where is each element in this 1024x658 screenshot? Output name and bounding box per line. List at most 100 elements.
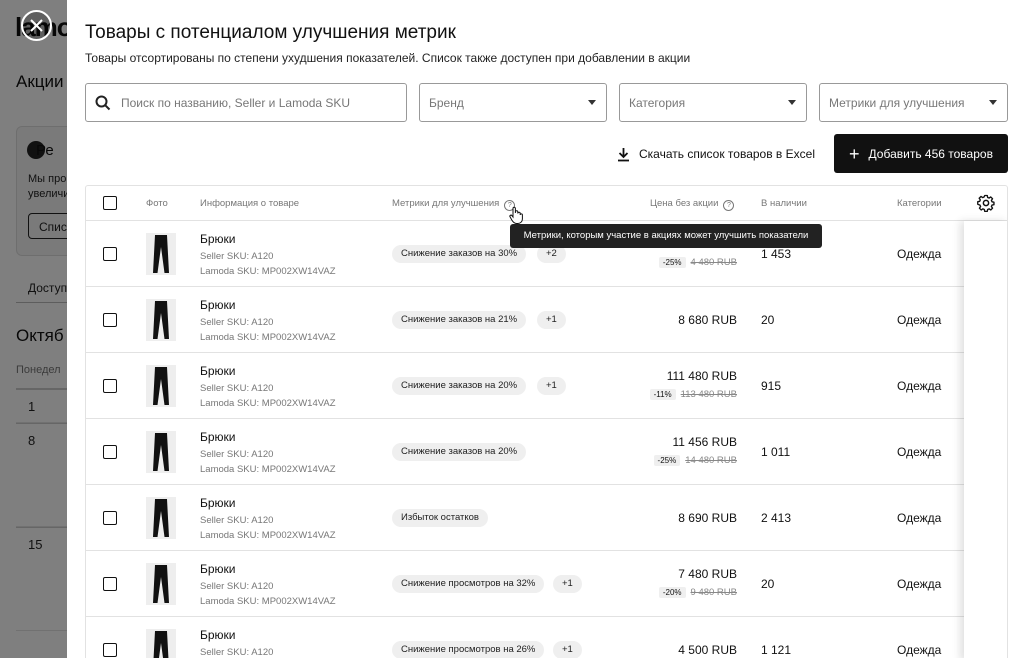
metric-chip: Снижение заказов на 21% [392, 311, 527, 329]
product-name[interactable]: Брюки [200, 496, 236, 510]
close-button[interactable] [21, 10, 52, 41]
product-category: Одежда [897, 379, 942, 393]
search-input[interactable] [121, 95, 401, 110]
old-price-group: -20% 9 480 RUB [658, 587, 737, 598]
product-category: Одежда [897, 313, 942, 327]
seller-sku: Seller SKU: A120 [200, 515, 274, 526]
select-all-checkbox[interactable] [103, 196, 117, 210]
table-row[interactable]: Брюки Seller SKU: A120 Lamoda SKU: MP002XW… [86, 287, 965, 353]
pants-icon [153, 433, 169, 471]
row-checkbox[interactable] [103, 643, 117, 657]
product-photo [146, 563, 176, 605]
stock-count: 1 011 [761, 445, 791, 459]
seller-sku: Seller SKU: A120 [200, 317, 274, 328]
brand-select-label: Бренд [429, 95, 464, 110]
plus-icon: + [849, 143, 860, 164]
product-name[interactable]: Брюки [200, 232, 236, 246]
metric-extra-chip[interactable]: +1 [537, 377, 566, 395]
old-price: 4 480 RUB [690, 257, 737, 268]
search-field[interactable] [85, 83, 407, 122]
chevron-down-icon [989, 100, 997, 105]
pants-icon [153, 301, 169, 339]
metric-chip: Снижение заказов на 20% [392, 377, 527, 395]
product-price: 11 456 RUB [672, 435, 737, 449]
stock-count: 20 [761, 313, 775, 327]
product-name[interactable]: Брюки [200, 628, 236, 642]
old-price: 113 480 RUB [680, 389, 737, 400]
pants-icon [153, 631, 169, 658]
table-header: Фото Информация о товаре Метрики для улу… [86, 186, 1007, 221]
header-metrics: Метрики для улучшения? [392, 198, 516, 211]
sticky-column [964, 221, 1007, 658]
stock-count: 2 413 [761, 511, 792, 525]
header-price-label: Цена без акции [650, 198, 719, 209]
table-row[interactable]: Брюки Seller SKU: A120 Lamoda SKU: MP002XW… [86, 353, 965, 419]
product-photo [146, 233, 176, 275]
product-photo [146, 431, 176, 473]
product-photo [146, 497, 176, 539]
gear-icon[interactable] [977, 194, 995, 212]
old-price: 14 480 RUB [685, 455, 737, 466]
header-info: Информация о товаре [200, 198, 300, 209]
add-products-label: Добавить 456 товаров [868, 146, 993, 161]
table-row[interactable]: Брюки Seller SKU: A120 Lamoda SKU: MP002XW… [86, 551, 965, 617]
close-icon [30, 19, 43, 32]
download-icon [618, 147, 629, 161]
old-price: 9 480 RUB [690, 587, 737, 598]
product-name[interactable]: Брюки [200, 562, 236, 576]
pants-icon [153, 235, 169, 273]
hand-cursor-icon [509, 206, 523, 224]
table-row[interactable]: Брюки Seller SKU: A120 Снижение просмотров… [86, 617, 965, 658]
row-checkbox[interactable] [103, 313, 117, 327]
stock-count: 915 [761, 379, 782, 393]
product-category: Одежда [897, 643, 942, 657]
category-select[interactable]: Категория [619, 83, 807, 122]
row-checkbox[interactable] [103, 511, 117, 525]
row-checkbox[interactable] [103, 247, 117, 261]
metrics-select[interactable]: Метрики для улучшения [819, 83, 1008, 122]
metrics-tooltip: Метрики, которым участие в акциях может … [510, 224, 822, 248]
download-excel-button[interactable]: Скачать список товаров в Excel [617, 144, 815, 164]
metric-chip: Снижение просмотров на 32% [392, 575, 545, 593]
add-products-button[interactable]: + Добавить 456 товаров [834, 134, 1008, 173]
search-icon [95, 95, 111, 110]
table-row[interactable]: Брюки Seller SKU: A120 Lamoda SKU: MP002XW… [86, 419, 965, 485]
category-select-label: Категория [629, 95, 686, 110]
header-price: Цена без акции? [650, 198, 735, 211]
product-price: 7 480 RUB [678, 567, 737, 581]
metric-extra-chip[interactable]: +1 [537, 311, 566, 329]
seller-sku: Seller SKU: A120 [200, 647, 274, 658]
products-table: Фото Информация о товаре Метрики для улу… [85, 185, 1008, 658]
product-category: Одежда [897, 247, 942, 261]
old-price-group: -25% 4 480 RUB [658, 257, 737, 268]
row-checkbox[interactable] [103, 379, 117, 393]
old-price-group: -11% 113 480 RUB [649, 389, 737, 400]
pants-icon [153, 499, 169, 537]
modal-subtitle: Товары отсортированы по степени ухудшени… [85, 51, 691, 65]
metric-extra-chip[interactable]: +1 [553, 575, 582, 593]
seller-sku: Seller SKU: A120 [200, 449, 274, 460]
product-name[interactable]: Брюки [200, 298, 236, 312]
stock-count: 1 121 [761, 643, 792, 657]
product-name[interactable]: Брюки [200, 430, 236, 444]
row-checkbox[interactable] [103, 445, 117, 459]
help-icon[interactable]: ? [723, 200, 735, 211]
product-price: 111 480 RUB [666, 369, 737, 383]
row-checkbox[interactable] [103, 577, 117, 591]
discount-badge: -25% [653, 455, 681, 466]
metric-chip: Снижение заказов на 30% [392, 245, 527, 263]
brand-select[interactable]: Бренд [419, 83, 607, 122]
table-row[interactable]: Брюки Seller SKU: A120 Lamoda SKU: MP002XW… [86, 485, 965, 551]
product-category: Одежда [897, 577, 942, 591]
chevron-down-icon [788, 100, 796, 105]
lamoda-sku: Lamoda SKU: MP002XW14VAZ [200, 332, 336, 343]
chevron-down-icon [588, 100, 596, 105]
discount-badge: -11% [649, 389, 676, 400]
lamoda-sku: Lamoda SKU: MP002XW14VAZ [200, 596, 336, 607]
metric-extra-chip[interactable]: +1 [553, 641, 582, 658]
product-photo [146, 299, 176, 341]
metric-chip: Избыток остатков [392, 509, 488, 527]
header-photo: Фото [146, 198, 168, 209]
product-category: Одежда [897, 511, 942, 525]
product-name[interactable]: Брюки [200, 364, 236, 378]
